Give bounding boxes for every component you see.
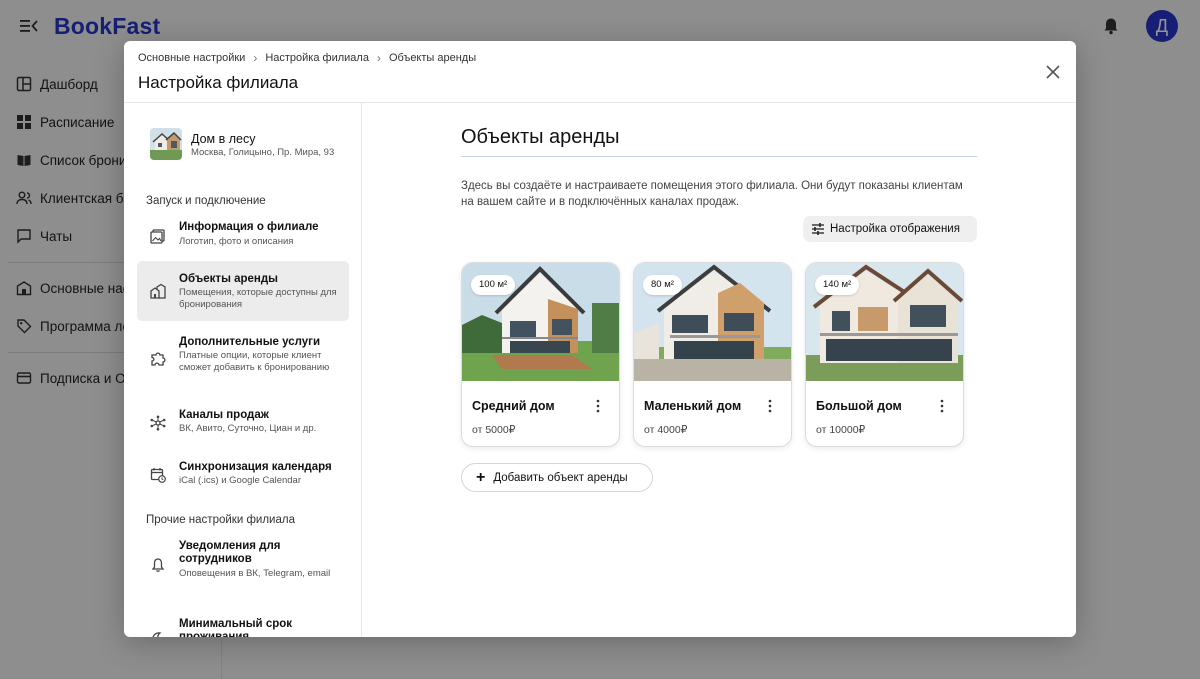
object-price: от 5000₽ [472,424,516,436]
content-title: Объекты аренды [461,126,620,148]
sidebar-item-title: Уведомления для сотрудников [179,540,281,565]
breadcrumb-current: Объекты аренды [388,52,477,64]
more-vertical-icon[interactable] [937,399,947,413]
branch-card[interactable]: Дом в лесу Москва, Голицыно, Пр. Мира, 9… [150,128,350,172]
sidebar-item-title: Информация о филиале [179,221,319,233]
sidebar-item-title: Объекты аренды [179,273,278,285]
plus-icon: + [476,468,486,486]
section-launch-title: Запуск и подключение [146,195,266,207]
area-badge: 140 м² [815,275,860,295]
branch-name: Дом в лесу [191,132,256,146]
sidebar-item-desc: Помещения, которые доступны для брониров… [179,287,337,310]
breadcrumb-separator-icon: › [253,51,258,65]
breadcrumb-branch-settings[interactable]: Настройка филиала [265,52,369,64]
breadcrumb: Основные настройки › Настройка филиала ›… [138,51,476,65]
sidebar-item-staff-notifications[interactable]: Уведомления для сотрудников Оповещения в… [137,533,349,595]
branch-thumbnail [150,128,182,160]
display-settings-label: Настройка отображения [830,223,960,235]
sidebar-item-title: Каналы продаж [179,409,269,421]
sidebar-item-branch-info[interactable]: Информация о филиале Логотип, фото и опи… [137,214,349,254]
object-price: от 4000₽ [644,424,688,436]
rental-object-card[interactable]: 140 м² Большой дом от 10000₽ [805,262,964,447]
puzzle-icon [151,352,166,366]
sidebar-item-desc: iCal (.ics) и Google Calendar [179,475,301,486]
branch-settings-modal: Основные настройки › Настройка филиала ›… [124,41,1076,637]
object-name: Средний дом [472,399,555,413]
calendar-sync-icon [150,468,166,483]
sliders-icon [812,223,824,235]
object-name: Большой дом [816,399,902,413]
sidebar-item-desc: Оповещения в ВК, Telegram, email [179,568,331,579]
object-name: Маленький дом [644,399,742,413]
display-settings-button[interactable]: Настройка отображения [803,216,977,242]
breadcrumb-main-settings[interactable]: Основные настройки [138,52,245,64]
network-icon [150,415,166,431]
close-icon[interactable] [1044,63,1062,81]
object-price: от 10000₽ [816,424,866,436]
title-underline [461,156,977,157]
sidebar-item-desc: Платные опции, которые клиент сможет доб… [179,350,330,373]
modal-header: Основные настройки › Настройка филиала ›… [124,41,1076,103]
sidebar-item-desc: Логотип, фото и описания [179,236,294,247]
sidebar-item-calendar-sync[interactable]: Синхронизация календаря iCal (.ics) и Go… [137,453,349,495]
add-rental-object-label: Добавить объект аренды [493,471,628,484]
bell-icon [151,558,165,572]
area-badge: 100 м² [471,275,516,295]
rental-object-card[interactable]: 80 м² Маленький дом от 4000₽ [633,262,792,447]
branch-address: Москва, Голицыно, Пр. Мира, 93 [191,147,335,158]
sidebar-item-title: Минимальный срок проживания [179,618,293,637]
image-icon [150,229,165,244]
sidebar-item-sales-channels[interactable]: Каналы продаж ВК, Авито, Суточно, Циан и… [137,401,349,443]
modal-title: Настройка филиала [138,73,299,92]
moon-icon [152,632,162,637]
sidebar-item-rental-objects[interactable]: Объекты аренды Помещения, которые доступ… [137,261,349,321]
more-vertical-icon[interactable] [593,399,603,413]
sidebar-item-min-stay[interactable]: Минимальный срок проживания [137,611,349,637]
houses-icon [150,283,166,299]
area-badge: 80 м² [643,275,682,295]
sidebar-item-title: Дополнительные услуги [179,336,321,348]
section-other-title: Прочие настройки филиала [146,514,295,526]
breadcrumb-separator-icon: › [376,51,381,65]
sidebar-item-extra-services[interactable]: Дополнительные услуги Платные опции, кот… [137,329,349,389]
rental-object-card[interactable]: 100 м² Средний дом от 5000₽ [461,262,620,447]
more-vertical-icon[interactable] [765,399,775,413]
add-rental-object-button[interactable]: + Добавить объект аренды [461,463,653,492]
sidebar-item-desc: ВК, Авито, Суточно, Циан и др. [179,423,317,434]
content-description: Здесь вы создаёте и настраиваете помещен… [461,180,963,208]
modal-sidebar: Дом в лесу Москва, Голицыно, Пр. Мира, 9… [124,103,362,637]
sidebar-item-title: Синхронизация календаря [179,461,332,473]
